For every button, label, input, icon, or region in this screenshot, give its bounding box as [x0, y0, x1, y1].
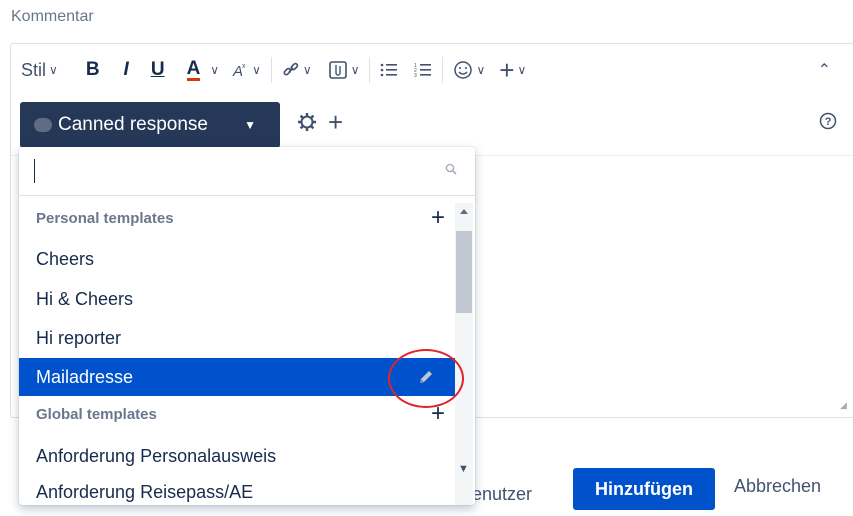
- insert-button[interactable]: + ∨: [499, 55, 526, 86]
- chevron-down-icon: ∨: [252, 63, 261, 77]
- template-item[interactable]: Cheers: [19, 240, 455, 278]
- cancel-button[interactable]: Abbrechen: [734, 476, 821, 497]
- help-icon: ?: [819, 112, 837, 130]
- collapse-toolbar-button[interactable]: ⌃: [818, 60, 831, 80]
- template-search: [19, 147, 475, 196]
- gear-icon: [298, 113, 316, 131]
- toolbar-divider: [442, 57, 444, 83]
- link-button[interactable]: ∨: [282, 61, 312, 79]
- highlight-circle-annotation: [388, 349, 464, 408]
- scrollbar-thumb[interactable]: [456, 231, 472, 313]
- bullet-list-button[interactable]: [380, 62, 398, 78]
- scroll-down-arrow-icon[interactable]: ▼: [458, 463, 469, 475]
- chevron-down-icon: ∨: [49, 63, 58, 77]
- emoji-button[interactable]: ∨: [453, 60, 485, 80]
- dropdown-scrollbar[interactable]: [455, 203, 473, 505]
- svg-text:x: x: [242, 63, 246, 70]
- attachment-icon: [328, 61, 347, 79]
- personal-templates-header: Personal templates +: [19, 200, 455, 236]
- resize-handle[interactable]: ◢: [840, 400, 847, 411]
- chevron-down-icon: ∨: [210, 63, 220, 77]
- italic-button[interactable]: I: [124, 59, 129, 81]
- template-item[interactable]: Anforderung Personalausweis: [19, 437, 455, 475]
- style-dropdown[interactable]: Stil ∨: [21, 60, 58, 81]
- section-title: Global templates: [36, 405, 157, 423]
- toolbar-divider: [270, 57, 272, 83]
- plus-icon: +: [328, 107, 344, 137]
- bullet-list-icon: [381, 63, 398, 77]
- chevron-down-icon: ∨: [302, 63, 312, 77]
- numbered-list-icon: 123: [414, 63, 432, 78]
- template-item[interactable]: Anforderung Reisepass/AE: [19, 473, 455, 505]
- attachment-button[interactable]: ∨: [328, 60, 360, 80]
- add-comment-button[interactable]: Hinzufügen: [573, 468, 715, 510]
- template-search-input[interactable]: [33, 157, 432, 187]
- chat-bubble-icon: [34, 118, 52, 132]
- chevron-down-icon: ∨: [517, 63, 527, 77]
- comment-label: Kommentar: [11, 8, 94, 25]
- chevron-down-icon: ∨: [476, 63, 486, 77]
- help-button[interactable]: ?: [819, 112, 837, 130]
- chevron-down-icon: ∨: [350, 63, 360, 77]
- share-with-users-label[interactable]: enutzer: [472, 484, 532, 505]
- style-label: Stil: [21, 59, 47, 80]
- bold-button[interactable]: B: [86, 59, 100, 81]
- toolbar-divider: [369, 57, 371, 83]
- italic-icon: I: [123, 59, 129, 80]
- editor-toolbar: Stil ∨ B I U A ∨ Ax ∨ ∨ ∨ 123 ∨ + ∨ ⌃: [11, 44, 853, 96]
- canned-response-dropdown: Personal templates + Cheers Hi & Cheers …: [19, 147, 475, 505]
- insert-plus-icon: +: [499, 54, 515, 85]
- text-color-button[interactable]: A ∨: [186, 57, 220, 81]
- collapse-icon: ⌃: [817, 62, 831, 79]
- canned-settings-button[interactable]: [297, 112, 317, 132]
- canned-response-bar: Canned response ▼ + ?: [11, 98, 853, 150]
- svg-text:?: ?: [825, 116, 832, 128]
- clear-format-button[interactable]: Ax ∨: [231, 61, 261, 79]
- underline-button[interactable]: U: [151, 59, 165, 81]
- add-personal-template-button[interactable]: +: [431, 204, 445, 232]
- emoji-icon: [454, 61, 473, 79]
- scroll-up-arrow-icon[interactable]: [460, 209, 468, 214]
- text-color-icon: A: [186, 57, 201, 81]
- svg-text:3: 3: [414, 73, 417, 78]
- canned-add-button[interactable]: +: [328, 107, 343, 138]
- clear-format-icon: Ax: [232, 63, 246, 79]
- search-icon: [445, 163, 457, 175]
- template-item[interactable]: Hi reporter: [19, 319, 455, 357]
- bold-icon: B: [85, 59, 100, 80]
- underline-icon: U: [150, 59, 165, 80]
- canned-response-button[interactable]: Canned response ▼: [20, 102, 280, 148]
- numbered-list-button[interactable]: 123: [414, 62, 432, 78]
- caret-down-icon: ▼: [244, 118, 256, 132]
- template-item[interactable]: Hi & Cheers: [19, 280, 455, 318]
- section-title: Personal templates: [36, 209, 174, 227]
- canned-response-label: Canned response: [58, 114, 208, 135]
- link-icon: [283, 62, 299, 76]
- global-templates-header: Global templates +: [19, 396, 455, 432]
